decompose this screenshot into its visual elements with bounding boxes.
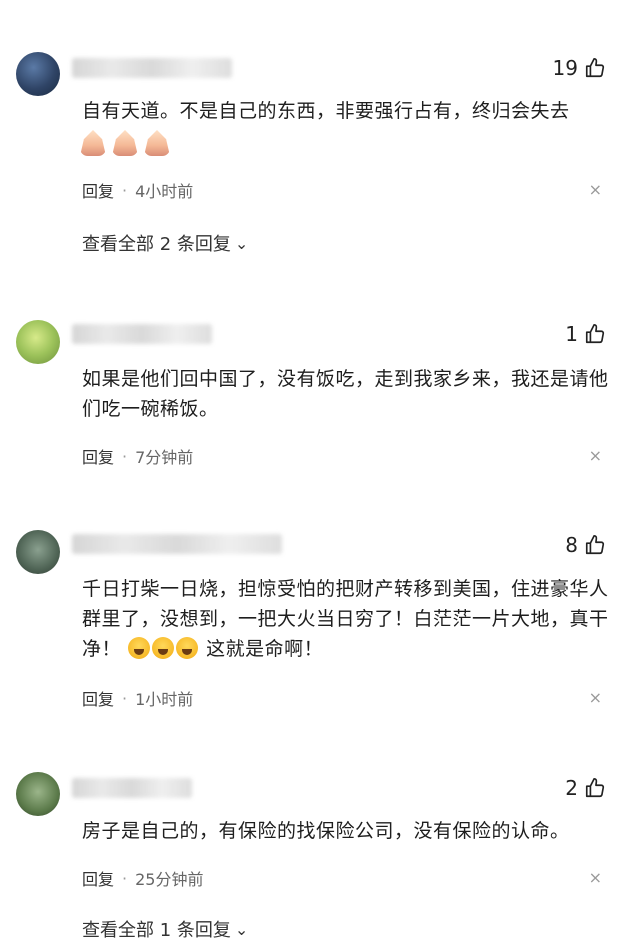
like-button[interactable]: 2 <box>565 776 606 800</box>
avatar[interactable] <box>16 320 60 364</box>
reply-button[interactable]: 回复 <box>82 444 114 468</box>
reply-button[interactable]: 回复 <box>82 686 114 710</box>
crying-face-emoji <box>151 637 174 659</box>
meta-separator: · <box>122 688 128 708</box>
avatar[interactable] <box>16 52 60 96</box>
like-count: 2 <box>565 776 578 800</box>
view-all-label: 查看全部 1 条回复 <box>82 920 231 941</box>
thumbs-up-icon <box>585 535 605 555</box>
close-icon[interactable]: × <box>589 868 602 887</box>
avatar[interactable] <box>16 772 60 816</box>
timestamp: 1小时前 <box>135 690 194 709</box>
thumbs-up-icon <box>585 58 605 78</box>
meta-separator: · <box>122 180 128 200</box>
folded-hands-emoji <box>144 130 170 156</box>
thumbs-up-icon <box>585 778 605 798</box>
like-button[interactable]: 19 <box>553 56 606 80</box>
close-icon[interactable]: × <box>589 446 602 465</box>
comment-meta: 回复 · 4小时前 <box>82 178 193 202</box>
folded-hands-emoji <box>80 130 106 156</box>
close-icon[interactable]: × <box>589 688 602 707</box>
comment-text: 千日打柴一日烧，担惊受怕的把财产转移到美国，住进豪华人群里了，没想到，一把大火当… <box>82 574 612 664</box>
avatar[interactable] <box>16 530 60 574</box>
view-all-replies-button[interactable]: 查看全部 1 条回复 ⌄ <box>82 916 248 942</box>
comment-text: 房子是自己的，有保险的找保险公司，没有保险的认命。 <box>82 820 570 842</box>
comment-text: 自有天道。不是自己的东西，非要强行占有，终归会失去 <box>82 100 570 122</box>
thumbs-up-icon <box>585 324 605 344</box>
like-button[interactable]: 8 <box>565 533 606 557</box>
chevron-down-icon: ⌄ <box>234 233 249 253</box>
comment-text-part2: 这就是命啊！ <box>206 638 324 660</box>
timestamp: 4小时前 <box>135 182 194 201</box>
reply-button[interactable]: 回复 <box>82 866 114 890</box>
reply-button[interactable]: 回复 <box>82 178 114 202</box>
view-all-replies-button[interactable]: 查看全部 2 条回复 ⌄ <box>82 230 248 256</box>
comment-text: 如果是他们回中国了，没有饭吃，走到我家乡来，我还是请他们吃一碗稀饭。 <box>82 368 609 420</box>
username-blurred[interactable] <box>72 58 232 78</box>
crying-face-emoji <box>127 637 150 659</box>
timestamp: 7分钟前 <box>135 448 194 467</box>
like-count: 19 <box>552 56 578 80</box>
view-all-label: 查看全部 2 条回复 <box>82 234 231 255</box>
like-count: 1 <box>565 322 578 346</box>
close-icon[interactable]: × <box>589 180 602 199</box>
like-count: 8 <box>565 533 578 557</box>
username-blurred[interactable] <box>72 778 192 798</box>
comment-meta: 回复 · 1小时前 <box>82 686 193 710</box>
username-blurred[interactable] <box>72 324 212 344</box>
timestamp: 25分钟前 <box>135 870 204 889</box>
like-button[interactable]: 1 <box>565 322 606 346</box>
crying-face-emoji <box>175 637 198 659</box>
folded-hands-emoji <box>112 130 138 156</box>
comment-meta: 回复 · 7分钟前 <box>82 444 193 468</box>
comment-meta: 回复 · 25分钟前 <box>82 866 203 890</box>
emoji-row <box>80 130 170 156</box>
meta-separator: · <box>122 868 128 888</box>
meta-separator: · <box>122 446 128 466</box>
username-blurred[interactable] <box>72 534 282 554</box>
